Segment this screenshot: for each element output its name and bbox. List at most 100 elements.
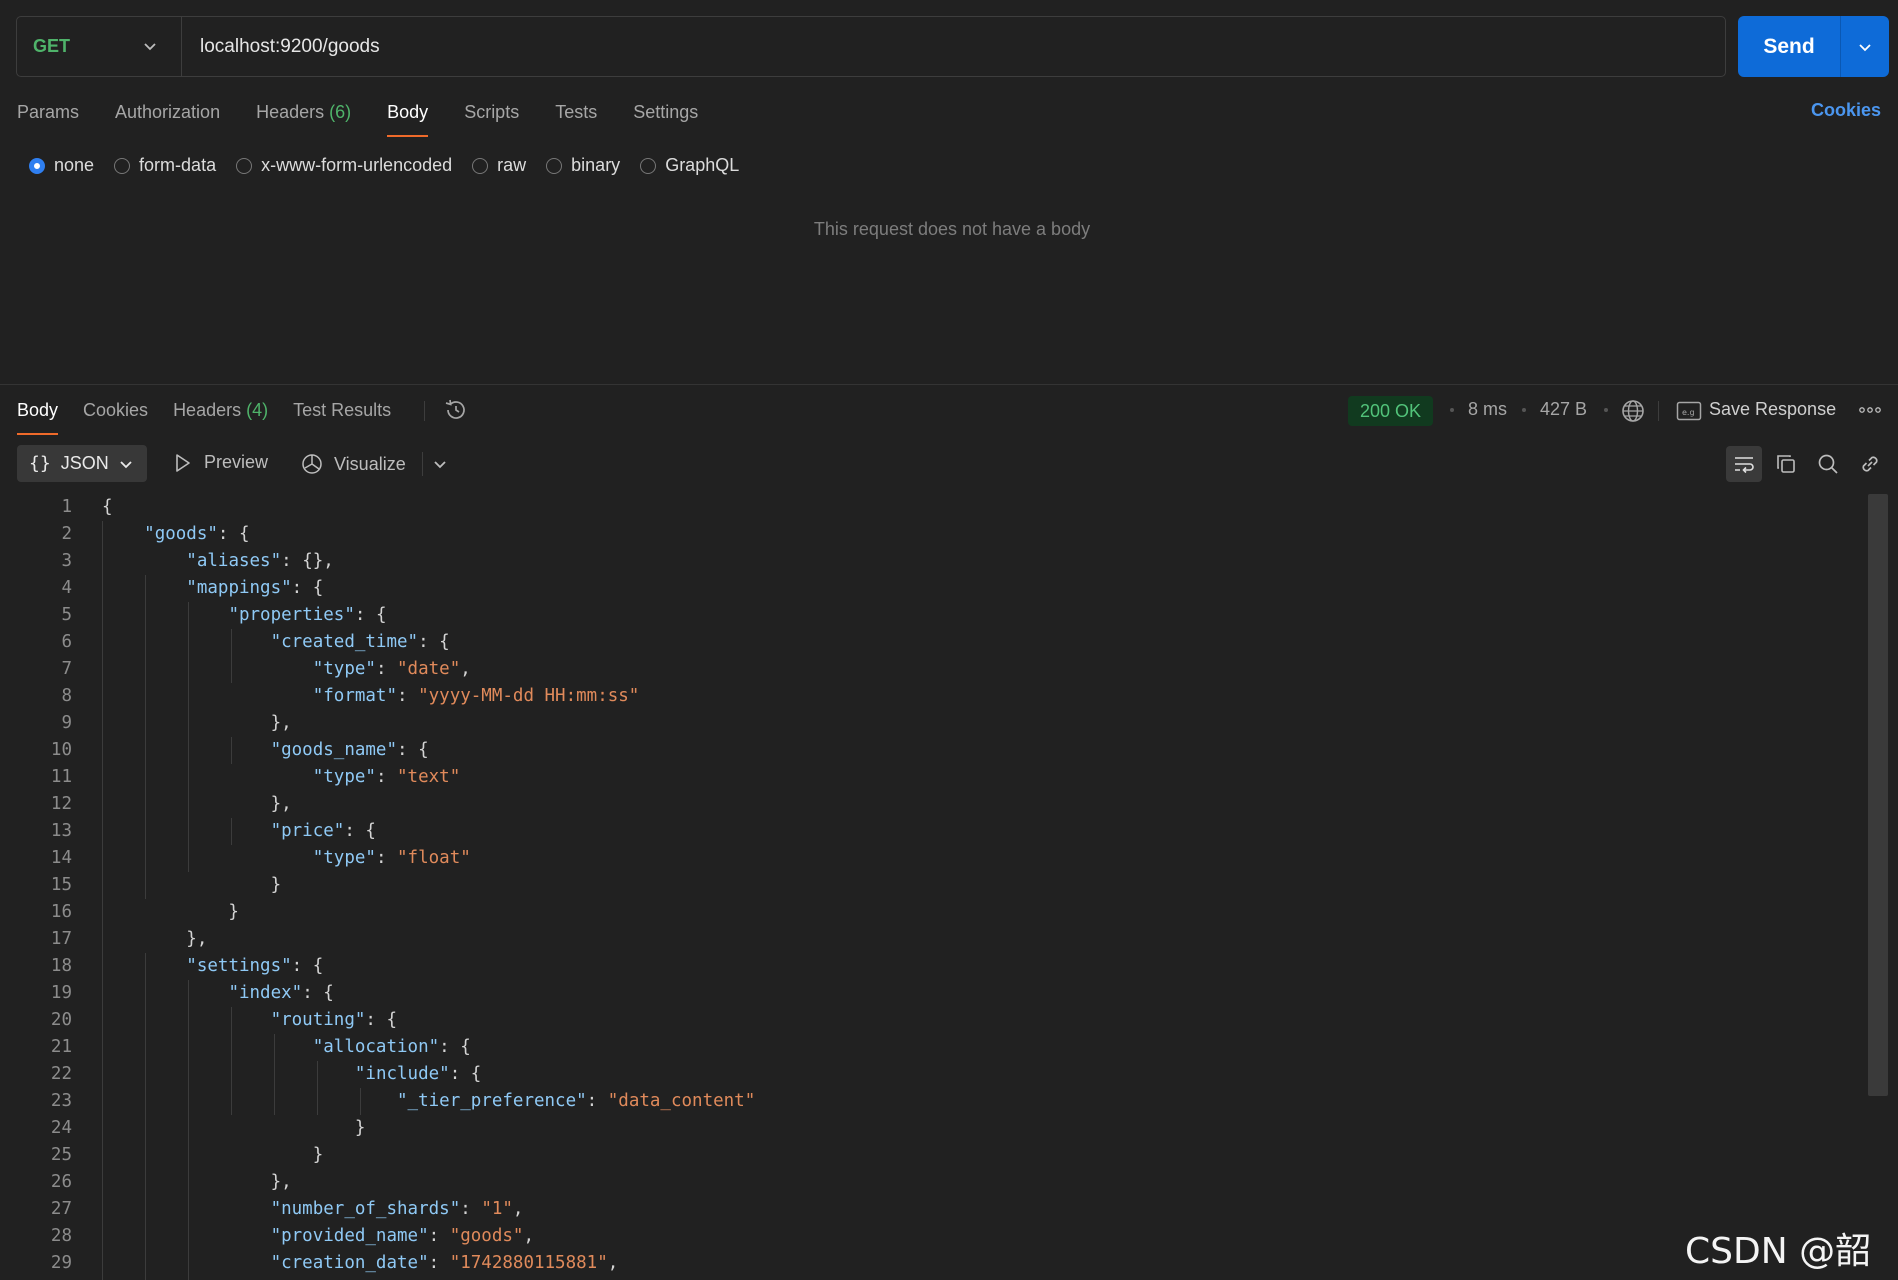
wrap-lines-button[interactable] xyxy=(1726,446,1762,482)
response-code-view[interactable]: 1{2 "goods": {3 "aliases": {}, 4 "mapping… xyxy=(0,494,1866,1280)
send-button[interactable]: Send xyxy=(1738,16,1840,77)
line-content: "routing": { xyxy=(270,1010,398,1030)
tab-count: (4) xyxy=(246,400,269,420)
svg-text:e.g: e.g xyxy=(1682,408,1695,417)
save-response-button[interactable]: Save Response xyxy=(1709,399,1836,420)
radio-label: GraphQL xyxy=(665,155,740,175)
radio-graphql[interactable]: GraphQL xyxy=(640,155,739,176)
code-line: 1{ xyxy=(0,494,1866,521)
line-number: 17 xyxy=(50,929,72,949)
radio-icon xyxy=(114,157,131,174)
line-number: 5 xyxy=(61,605,72,625)
response-size[interactable]: 427 B xyxy=(1540,399,1587,420)
code-line: 29 "creation_date": "1742880115881", xyxy=(0,1250,1866,1277)
preview-label: Preview xyxy=(204,452,269,472)
line-content: "format": "yyyy-MM-dd HH:mm:ss" xyxy=(312,686,640,706)
tab-params[interactable]: Params xyxy=(17,100,79,136)
tab-label: Cookies xyxy=(83,400,149,420)
tab-scripts[interactable]: Scripts xyxy=(464,100,519,136)
line-number: 11 xyxy=(50,767,72,787)
tab-label: Headers xyxy=(173,400,242,420)
link-button[interactable] xyxy=(1852,446,1888,482)
line-content: } xyxy=(102,1118,366,1138)
line-content: }, xyxy=(102,713,292,733)
tab-label: Tests xyxy=(555,102,598,122)
line-content: "number_of_shards": "1", xyxy=(270,1199,524,1219)
history-button[interactable] xyxy=(443,398,469,427)
tab-headers[interactable]: Headers (6) xyxy=(256,100,351,136)
format-select[interactable]: {} JSON xyxy=(17,445,147,482)
send-options-button[interactable] xyxy=(1841,16,1889,77)
radio-form-data[interactable]: form-data xyxy=(114,155,216,176)
radio-label: none xyxy=(54,155,95,175)
line-number: 26 xyxy=(50,1172,72,1192)
tab-tests[interactable]: Tests xyxy=(555,100,597,136)
response-tab-body[interactable]: Body xyxy=(17,398,59,435)
code-line: 14 "type": "float" xyxy=(0,845,1866,872)
line-number: 7 xyxy=(61,659,72,679)
response-tab-headers[interactable]: Headers (4) xyxy=(173,398,268,434)
pane-divider[interactable] xyxy=(0,384,1898,385)
code-line: 6 "created_time": { xyxy=(0,629,1866,656)
search-icon xyxy=(1818,454,1838,474)
line-content: "mappings": { xyxy=(186,578,324,598)
code-line: 16 } xyxy=(0,899,1866,926)
code-line: 18 "settings": { xyxy=(0,953,1866,980)
radio-none[interactable]: none xyxy=(29,155,94,176)
radio-icon xyxy=(472,157,489,174)
line-content: "index": { xyxy=(228,983,334,1003)
code-line: 25 } xyxy=(0,1142,1866,1169)
line-content: "type": "text" xyxy=(312,767,461,787)
tab-body[interactable]: Body xyxy=(387,100,429,137)
response-tab-test-results[interactable]: Test Results xyxy=(293,398,391,434)
search-button[interactable] xyxy=(1810,446,1846,482)
line-content: "goods": { xyxy=(144,524,250,544)
method-select[interactable]: GET xyxy=(17,17,182,76)
code-line: 27 "number_of_shards": "1", xyxy=(0,1196,1866,1223)
url-input[interactable]: localhost:9200/goods xyxy=(182,36,380,58)
code-line: 21 "allocation": { xyxy=(0,1034,1866,1061)
code-line: 28 "provided_name": "goods", xyxy=(0,1223,1866,1250)
preview-button[interactable]: Preview xyxy=(174,452,268,473)
code-line: 11 "type": "text" xyxy=(0,764,1866,791)
radio-label: x-www-form-urlencoded xyxy=(261,155,453,175)
tab-authorization[interactable]: Authorization xyxy=(115,100,220,136)
tab-settings[interactable]: Settings xyxy=(633,100,698,136)
request-tabs: Params Authorization Headers (6) Body Sc… xyxy=(17,100,734,137)
response-time[interactable]: 8 ms xyxy=(1468,399,1507,420)
line-content: }, xyxy=(102,929,208,949)
line-content: "provided_name": "goods", xyxy=(270,1226,535,1246)
format-label: JSON xyxy=(60,453,109,473)
code-scrollbar[interactable] xyxy=(1868,494,1888,1096)
globe-icon[interactable] xyxy=(1620,398,1646,424)
body-type-options: none form-data x-www-form-urlencoded raw… xyxy=(29,155,759,176)
line-number: 3 xyxy=(61,551,72,571)
line-content: "aliases": {}, xyxy=(186,551,334,571)
copy-button[interactable] xyxy=(1768,446,1804,482)
radio-icon xyxy=(546,157,563,174)
copy-icon xyxy=(1777,455,1795,473)
status-badge[interactable]: 200 OK xyxy=(1348,396,1434,426)
visualize-button[interactable]: Visualize xyxy=(300,452,406,476)
radio-x-www-form-urlencoded[interactable]: x-www-form-urlencoded xyxy=(236,155,452,176)
chevron-down-icon[interactable] xyxy=(433,457,447,471)
line-content: } xyxy=(102,1145,324,1165)
cookies-link[interactable]: Cookies xyxy=(1811,100,1881,121)
radio-raw[interactable]: raw xyxy=(472,155,526,176)
toolbar-separator xyxy=(422,452,423,476)
line-content: "_tier_preference": "data_content" xyxy=(397,1091,756,1111)
line-content: }, xyxy=(102,794,292,814)
line-number: 4 xyxy=(61,578,72,598)
code-line: 3 "aliases": {}, xyxy=(0,548,1866,575)
radio-label: raw xyxy=(497,155,527,175)
meta-separator xyxy=(1658,401,1659,421)
more-options-icon[interactable] xyxy=(1858,402,1882,418)
line-number: 12 xyxy=(50,794,72,814)
watermark: CSDN @韶君 xyxy=(1685,1231,1872,1272)
code-line: 9 }, xyxy=(0,710,1866,737)
response-tab-cookies[interactable]: Cookies xyxy=(83,398,148,434)
code-line: 13 "price": { xyxy=(0,818,1866,845)
code-line: 5 "properties": { xyxy=(0,602,1866,629)
line-number: 27 xyxy=(50,1199,72,1219)
radio-binary[interactable]: binary xyxy=(546,155,620,176)
